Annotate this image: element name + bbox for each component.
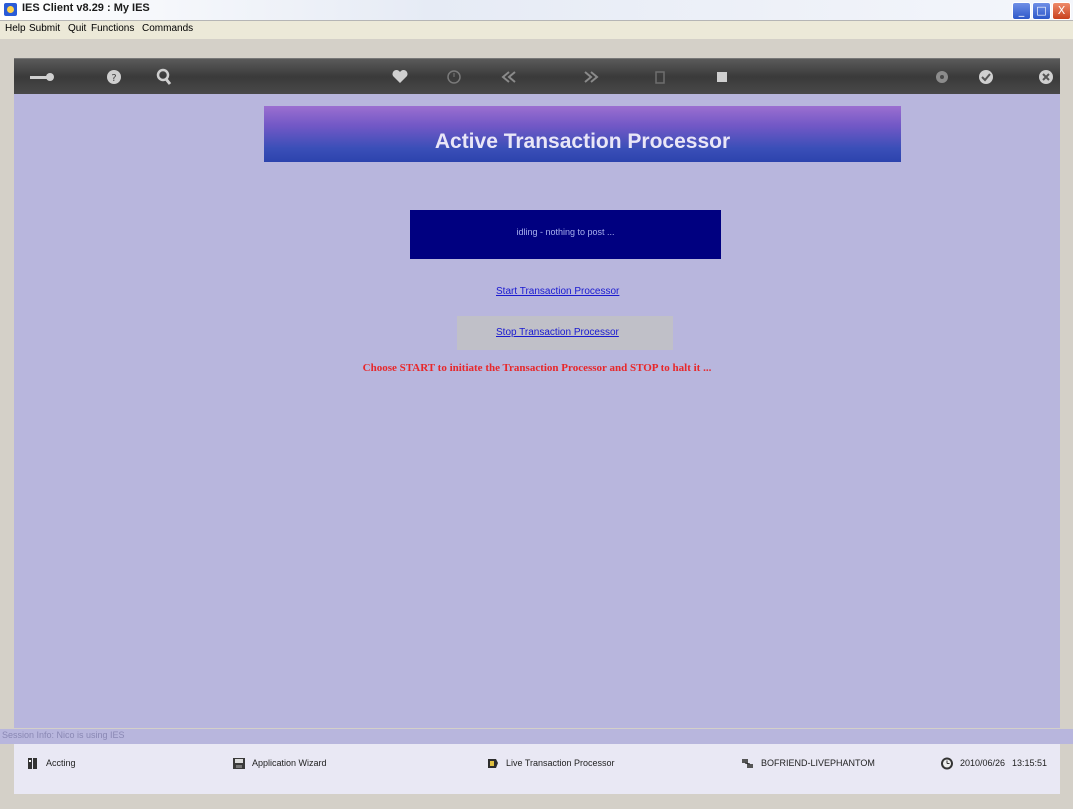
start-processor-link[interactable]: Start Transaction Processor (496, 286, 619, 297)
check-icon[interactable] (976, 67, 996, 87)
disk-icon (233, 758, 245, 769)
status-date-label: 2010/06/26 (960, 758, 1006, 768)
main-panel: Active Transaction Processor idling - no… (14, 94, 1060, 728)
menu-submit[interactable]: Submit (29, 23, 60, 34)
toolbar: ? (14, 58, 1060, 95)
stop-icon[interactable] (712, 67, 732, 87)
session-info-text: Session Info: Nico is using IES (2, 730, 125, 740)
help-icon[interactable]: ? (104, 67, 124, 87)
search-icon[interactable] (154, 67, 174, 87)
status-bar: Accting Application Wizard Live Transact… (14, 744, 1060, 794)
page-banner: Active Transaction Processor (264, 106, 901, 162)
status-time-label: 13:15:51 (1012, 758, 1048, 768)
forward-icon[interactable] (581, 67, 601, 87)
rewind-icon[interactable] (499, 67, 519, 87)
processor-icon (488, 759, 498, 768)
processor-status-panel: idling - nothing to post ... (410, 210, 721, 259)
network-icon (742, 759, 753, 768)
book-icon (28, 758, 37, 769)
menu-commands[interactable]: Commands (142, 23, 193, 34)
menu-help[interactable]: Help (5, 23, 26, 34)
heart-icon[interactable] (390, 67, 410, 87)
status-live-processor-label: Live Transaction Processor (506, 758, 615, 768)
maximize-button[interactable]: □ (1032, 2, 1051, 20)
clock-icon (941, 757, 953, 770)
menu-bar: Help Submit Quit Functions Commands (0, 21, 1073, 39)
svg-text:?: ? (111, 73, 116, 84)
key-icon[interactable] (28, 67, 58, 87)
app-icon (4, 3, 17, 16)
close-window-button[interactable]: X (1052, 2, 1071, 20)
processor-status-text: idling - nothing to post ... (516, 227, 615, 237)
menu-quit[interactable]: Quit (68, 23, 86, 34)
clock-icon[interactable] (444, 67, 464, 87)
stop-processor-link[interactable]: Stop Transaction Processor (496, 327, 619, 338)
app-window: IES Client v8.29 : My IES _ □ X Help Sub… (0, 0, 1073, 809)
minimize-button[interactable]: _ (1012, 2, 1031, 20)
page-title: Active Transaction Processor (434, 130, 731, 153)
title-bar: IES Client v8.29 : My IES _ □ X (0, 0, 1073, 21)
session-info-bar: Session Info: Nico is using IES (0, 729, 1073, 744)
instruction-text: Choose START to initiate the Transaction… (362, 362, 712, 374)
menu-functions[interactable]: Functions (91, 23, 134, 34)
close-icon[interactable] (1036, 67, 1056, 87)
status-accting-label: Accting (46, 758, 76, 768)
status-network-label: BOFRIEND-LIVEPHANTOM (761, 758, 875, 768)
window-bottom-frame (0, 794, 1073, 809)
settings-icon[interactable] (932, 67, 952, 87)
trash-icon[interactable] (650, 67, 670, 87)
window-title: IES Client v8.29 : My IES (22, 2, 150, 14)
status-application-wizard-label: Application Wizard (252, 758, 327, 768)
